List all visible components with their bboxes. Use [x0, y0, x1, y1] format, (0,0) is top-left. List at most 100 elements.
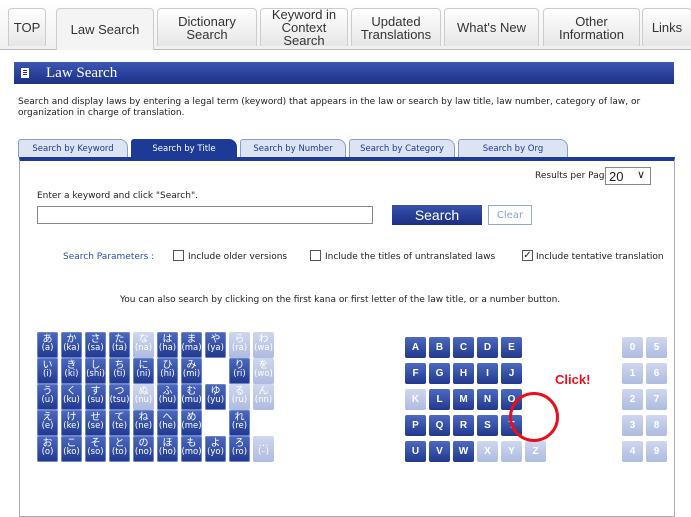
search-tab[interactable]: Search by Title [131, 139, 237, 157]
kana-button[interactable]: み (mi) [181, 358, 202, 384]
kana-button[interactable]: ひ (hi) [157, 358, 178, 384]
search-tab[interactable]: Search by Category [349, 139, 455, 157]
search-button[interactable]: Search [392, 205, 482, 225]
kana-romaji: (ri) [233, 369, 246, 379]
nav-tab[interactable]: Updated Translations [351, 8, 441, 46]
kana-button[interactable]: ふ (hu) [157, 384, 178, 410]
kana-button[interactable]: し (shi) [85, 358, 106, 384]
kana-romaji: (me) [181, 421, 202, 431]
kana-button[interactable]: は (ha) [157, 332, 178, 358]
letter-button-h[interactable]: H [453, 363, 474, 384]
kana-romaji: (ho) [158, 447, 177, 457]
kana-romaji: (mu) [181, 395, 202, 405]
nav-tab[interactable]: Law Search [56, 8, 154, 50]
kana-button: ら (ra) [229, 332, 250, 358]
letter-button-c[interactable]: C [453, 337, 474, 358]
tentative-checkbox[interactable]: ✓ [522, 250, 533, 261]
kana-button[interactable]: と (to) [109, 436, 130, 462]
number-button: 8 [646, 415, 667, 436]
letter-button-r[interactable]: R [453, 415, 474, 436]
kana-button[interactable]: り (ri) [229, 358, 250, 384]
kana-button[interactable]: あ (a) [37, 332, 58, 358]
kana-button[interactable]: も (mo) [181, 436, 202, 462]
untranslated-checkbox[interactable] [310, 250, 321, 261]
kana-button[interactable]: せ (se) [85, 410, 106, 436]
kana-button[interactable]: へ (he) [157, 410, 178, 436]
kana-button[interactable]: い (i) [37, 358, 58, 384]
nav-tab[interactable]: TOP [8, 8, 46, 46]
kana-button[interactable]: そ (so) [85, 436, 106, 462]
kana-button[interactable]: た (ta) [109, 332, 130, 358]
kana-button[interactable]: ね (ne) [133, 410, 154, 436]
letter-button-d[interactable]: D [477, 337, 498, 358]
letter-button-m[interactable]: M [453, 389, 474, 410]
kana-romaji: (ha) [158, 343, 177, 353]
letter-button-n[interactable]: N [477, 389, 498, 410]
kana-button[interactable]: く (ku) [61, 384, 82, 410]
kana-button[interactable]: よ (yo) [205, 436, 226, 462]
kana-button[interactable]: に (ni) [133, 358, 154, 384]
kana-button: な (na) [133, 332, 154, 358]
kana-button[interactable]: か (ka) [61, 332, 82, 358]
letter-button-a[interactable]: A [405, 337, 426, 358]
letter-button-g[interactable]: G [429, 363, 450, 384]
number-button: 0 [622, 337, 643, 358]
kana-button: ん (nn) [253, 384, 274, 410]
keyword-instruction: Enter a keyword and click "Search". [37, 191, 198, 201]
letter-button-s[interactable]: S [477, 415, 498, 436]
number-button: 9 [646, 441, 667, 462]
letter-button-e[interactable]: E [501, 337, 522, 358]
letter-button-j[interactable]: J [501, 363, 522, 384]
kana-button[interactable]: つ (tsu) [109, 384, 130, 410]
kana-button[interactable]: う (u) [37, 384, 58, 410]
letter-button-l[interactable]: L [429, 389, 450, 410]
results-per-page-select[interactable]: 20 ∨ [605, 167, 651, 185]
nav-tab[interactable]: Links [642, 8, 691, 46]
kana-button[interactable]: き (ki) [61, 358, 82, 384]
number-button: 2 [622, 389, 643, 410]
kana-button[interactable]: ま (ma) [181, 332, 202, 358]
nav-tab[interactable]: Keyword in Context Search [260, 8, 348, 47]
search-tab[interactable]: Search by Number [240, 139, 346, 157]
kana-button[interactable]: こ (ko) [61, 436, 82, 462]
nav-tab[interactable]: What's New [444, 8, 539, 46]
kana-button[interactable]: す (su) [85, 384, 106, 410]
kana-button[interactable]: ゆ (yu) [205, 384, 226, 410]
letter-button-w[interactable]: W [453, 441, 474, 462]
letter-button-u[interactable]: U [405, 441, 426, 462]
letter-button-p[interactable]: P [405, 415, 426, 436]
kana-button[interactable]: さ (sa) [85, 332, 106, 358]
kana-button[interactable]: や (ya) [205, 332, 226, 358]
letter-button-b[interactable]: B [429, 337, 450, 358]
older-versions-checkbox[interactable] [173, 250, 184, 261]
letter-button-x: X [477, 441, 498, 462]
kana-button[interactable]: め (me) [181, 410, 202, 436]
clear-button[interactable]: Clear [488, 205, 532, 225]
kana-button[interactable]: ろ (ro) [229, 436, 250, 462]
search-tab[interactable]: Search by Keyword [18, 139, 128, 157]
kana-romaji: (ko) [63, 447, 80, 457]
kana-romaji: (o) [41, 447, 54, 457]
keyword-input[interactable] [37, 206, 373, 224]
kana-romaji: (se) [87, 421, 104, 431]
kana-romaji: (he) [158, 421, 177, 431]
kana-romaji: (nu) [134, 395, 153, 405]
kana-button[interactable]: む (mu) [181, 384, 202, 410]
kana-button[interactable]: お (o) [37, 436, 58, 462]
nav-tab[interactable]: Dictionary Search [157, 8, 257, 46]
kana-button[interactable]: の (no) [133, 436, 154, 462]
kana-button[interactable]: て (te) [109, 410, 130, 436]
letter-button-v[interactable]: V [429, 441, 450, 462]
kana-romaji: (ni) [136, 369, 151, 379]
search-tab[interactable]: Search by Org [458, 139, 568, 157]
kana-button[interactable]: れ (re) [229, 410, 250, 436]
kana-button[interactable]: ほ (ho) [157, 436, 178, 462]
letter-button-i[interactable]: I [477, 363, 498, 384]
kana-button[interactable]: け (ke) [61, 410, 82, 436]
kana-button[interactable]: え (e) [37, 410, 58, 436]
kana-romaji: (mi) [182, 369, 201, 379]
kana-button[interactable]: ち (ti) [109, 358, 130, 384]
letter-button-q[interactable]: Q [429, 415, 450, 436]
nav-tab[interactable]: Other Information [543, 8, 640, 46]
letter-button-f[interactable]: F [405, 363, 426, 384]
